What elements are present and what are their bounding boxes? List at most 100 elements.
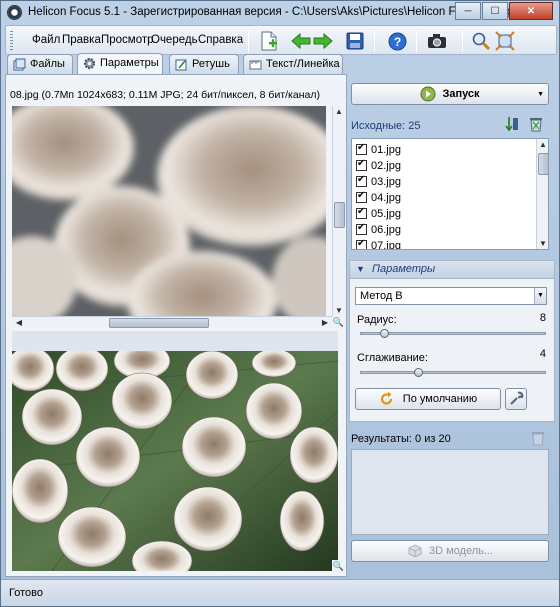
scroll-up-arrow[interactable]: ▲: [537, 140, 548, 149]
list-item[interactable]: 07.jpg: [356, 238, 401, 249]
checkbox[interactable]: [356, 190, 367, 203]
scroll-thumb[interactable]: [334, 202, 345, 228]
control-panel: Запуск ▼ Исходные: 25 01.jpg 02.jpg 03.j…: [347, 74, 557, 577]
sort-icon[interactable]: [505, 116, 519, 132]
delete-icon[interactable]: [529, 116, 543, 132]
chevron-down-icon[interactable]: ▼: [537, 91, 544, 98]
method-select[interactable]: Метод B ▼: [355, 287, 547, 305]
checkbox[interactable]: [356, 142, 367, 155]
help-icon[interactable]: ?: [386, 30, 408, 52]
menu-view[interactable]: Просмотр: [101, 34, 154, 46]
fit-icon[interactable]: [494, 30, 516, 52]
tab-parameters[interactable]: Параметры: [77, 53, 163, 75]
forward-arrow-icon[interactable]: [312, 30, 334, 52]
menu-file[interactable]: Файл: [32, 34, 60, 46]
smoothing-slider-track[interactable]: [360, 371, 546, 374]
retouch-icon: [175, 59, 187, 71]
default-button[interactable]: По умолчанию: [355, 388, 501, 410]
image-info: 08.jpg (0.7Мп 1024x683; 0.11M JPG; 24 би…: [10, 89, 320, 101]
settings-button[interactable]: [505, 388, 527, 410]
toolbar-separator: [416, 30, 417, 52]
camera-icon[interactable]: [426, 30, 448, 52]
zoom-corner-icon[interactable]: 🔍: [332, 560, 345, 572]
maximize-button[interactable]: ☐: [482, 2, 508, 20]
run-button[interactable]: Запуск ▼: [351, 83, 549, 105]
parameters-title: Параметры: [372, 263, 436, 275]
checkbox[interactable]: [356, 158, 367, 171]
minimize-button[interactable]: ─: [455, 2, 481, 20]
delete-results-icon[interactable]: [531, 430, 545, 446]
tab-label: Параметры: [100, 57, 159, 69]
collapse-arrow-icon[interactable]: ▼: [356, 264, 365, 274]
scroll-thumb[interactable]: [109, 318, 209, 328]
toolbar-separator: [462, 30, 463, 52]
tab-label: Ретушь: [192, 58, 230, 70]
results-list[interactable]: [351, 449, 549, 535]
status-text: Готово: [9, 587, 43, 599]
radius-value: 8: [539, 312, 546, 324]
file-list-scrollbar[interactable]: ▲ ▼: [536, 139, 548, 249]
3d-model-button[interactable]: 3D модель...: [351, 540, 549, 562]
list-item[interactable]: 06.jpg: [356, 222, 401, 237]
image-panel: 08.jpg (0.7Мп 1024x683; 0.11M JPG; 24 би…: [5, 74, 347, 577]
title-bar[interactable]: Helicon Focus 5.1 - Зарегистрированная в…: [1, 1, 559, 25]
app-window: Helicon Focus 5.1 - Зарегистрированная в…: [0, 0, 560, 607]
list-item[interactable]: 04.jpg: [356, 190, 401, 205]
gear-icon: [83, 57, 96, 70]
source-vertical-scrollbar[interactable]: ▲ ▼: [332, 106, 345, 316]
checkbox[interactable]: [356, 238, 367, 249]
zoom-corner-icon[interactable]: 🔍: [332, 316, 345, 328]
tab-label: Файлы: [30, 58, 65, 70]
result-image-viewer[interactable]: [12, 351, 338, 571]
radius-label: Радиус:: [357, 314, 397, 326]
parameters-header[interactable]: ▼ Параметры: [350, 261, 554, 279]
close-button[interactable]: ✕: [509, 2, 553, 20]
tab-text-ruler[interactable]: Текст/Линейка: [243, 54, 343, 74]
tab-files[interactable]: Файлы: [7, 54, 73, 74]
run-label: Запуск: [442, 88, 480, 100]
smoothing-value: 4: [539, 348, 546, 360]
sources-header: Исходные: 25: [351, 120, 421, 132]
scroll-thumb[interactable]: [538, 153, 548, 175]
source-file-list[interactable]: 01.jpg 02.jpg 03.jpg 04.jpg 05.jpg 06.jp…: [351, 138, 549, 250]
ruler-icon: [249, 60, 262, 70]
checkbox[interactable]: [356, 174, 367, 187]
smoothing-slider-thumb[interactable]: [414, 368, 423, 377]
svg-text:?: ?: [393, 35, 400, 49]
viewer-splitter[interactable]: [12, 331, 338, 351]
toolbar-grip[interactable]: [10, 31, 13, 51]
run-icon: [420, 86, 436, 102]
menu-toolbar: Файл Правка Просмотр Очередь Справка ?: [5, 25, 557, 55]
list-item[interactable]: 01.jpg: [356, 142, 401, 157]
window-controls: ─ ☐ ✕: [454, 2, 553, 20]
scroll-right-arrow[interactable]: ▶: [319, 318, 331, 327]
files-icon: [13, 58, 26, 71]
checkbox[interactable]: [356, 222, 367, 235]
scroll-down-arrow[interactable]: ▼: [537, 239, 548, 248]
list-item[interactable]: 05.jpg: [356, 206, 401, 221]
toolbar-separator: [248, 30, 249, 52]
chevron-down-icon[interactable]: ▼: [534, 288, 546, 304]
list-item[interactable]: 02.jpg: [356, 158, 401, 173]
tab-label: Текст/Линейка: [266, 58, 340, 70]
tab-bar: Файлы Параметры Ретушь Текст/Линейка: [5, 53, 345, 75]
scroll-down-arrow[interactable]: ▼: [333, 306, 345, 315]
source-image-viewer[interactable]: [12, 106, 326, 316]
back-arrow-icon[interactable]: [290, 30, 312, 52]
menu-help[interactable]: Справка: [198, 34, 243, 46]
tab-retouch[interactable]: Ретушь: [169, 54, 239, 74]
reset-icon: [380, 391, 392, 405]
scroll-left-arrow[interactable]: ◀: [13, 318, 25, 327]
source-horizontal-scrollbar[interactable]: ◀ ▶: [12, 316, 332, 328]
3d-model-label: 3D модель...: [428, 545, 494, 557]
checkbox[interactable]: [356, 206, 367, 219]
save-icon[interactable]: [344, 30, 366, 52]
menu-edit[interactable]: Правка: [62, 34, 101, 46]
list-item[interactable]: 03.jpg: [356, 174, 401, 189]
radius-slider-thumb[interactable]: [380, 329, 389, 338]
zoom-icon[interactable]: [470, 30, 492, 52]
scroll-up-arrow[interactable]: ▲: [333, 107, 345, 116]
new-file-icon[interactable]: [258, 30, 280, 52]
cube-icon: [408, 544, 422, 558]
menu-queue[interactable]: Очередь: [151, 34, 198, 46]
